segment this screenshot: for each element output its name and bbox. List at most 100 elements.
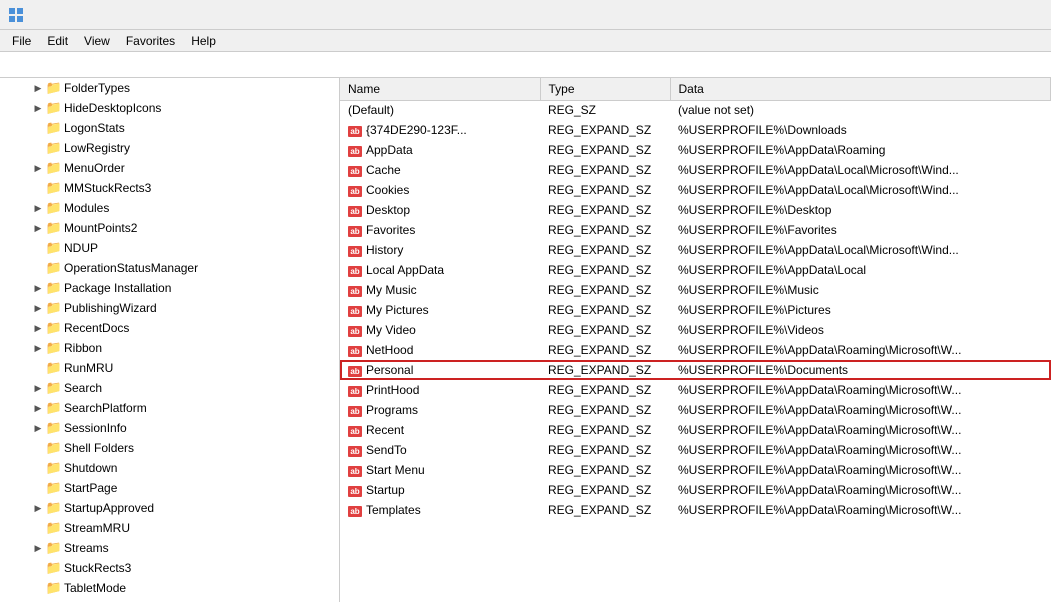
table-row[interactable]: abSendToREG_EXPAND_SZ%USERPROFILE%\AppDa… (340, 440, 1051, 460)
cell-data: %USERPROFILE%\AppData\Local (670, 260, 1051, 280)
tree-item[interactable]: ▶📁FolderTypes (0, 78, 339, 98)
table-row[interactable]: abTemplatesREG_EXPAND_SZ%USERPROFILE%\Ap… (340, 500, 1051, 520)
tree-item[interactable]: ▶📁Package Installation (0, 278, 339, 298)
tree-item-label: NDUP (64, 241, 98, 255)
minimize-button[interactable] (905, 0, 951, 30)
tree-item[interactable]: 📁LowRegistry (0, 138, 339, 158)
table-row[interactable]: ab{374DE290-123F...REG_EXPAND_SZ%USERPRO… (340, 120, 1051, 140)
table-row[interactable]: abProgramsREG_EXPAND_SZ%USERPROFILE%\App… (340, 400, 1051, 420)
tree-arrow-icon: ▶ (30, 203, 46, 214)
table-row[interactable]: abNetHoodREG_EXPAND_SZ%USERPROFILE%\AppD… (340, 340, 1051, 360)
folder-icon: 📁 (46, 420, 62, 436)
table-row[interactable]: abHistoryREG_EXPAND_SZ%USERPROFILE%\AppD… (340, 240, 1051, 260)
cell-data: %USERPROFILE%\Downloads (670, 120, 1051, 140)
tree-item[interactable]: ▶📁MountPoints2 (0, 218, 339, 238)
cell-type: REG_EXPAND_SZ (540, 160, 670, 180)
table-row[interactable]: abMy VideoREG_EXPAND_SZ%USERPROFILE%\Vid… (340, 320, 1051, 340)
menu-item-favorites[interactable]: Favorites (118, 32, 183, 50)
tree-item[interactable]: ▶📁HideDesktopIcons (0, 98, 339, 118)
table-row[interactable]: abAppDataREG_EXPAND_SZ%USERPROFILE%\AppD… (340, 140, 1051, 160)
tree-item-label: FolderTypes (64, 81, 130, 95)
cell-name: abPrograms (340, 400, 540, 420)
table-row[interactable]: abMy MusicREG_EXPAND_SZ%USERPROFILE%\Mus… (340, 280, 1051, 300)
ab-icon: ab (348, 346, 362, 357)
cell-data: %USERPROFILE%\AppData\Roaming\Microsoft\… (670, 480, 1051, 500)
table-row[interactable]: abStartupREG_EXPAND_SZ%USERPROFILE%\AppD… (340, 480, 1051, 500)
cell-data: %USERPROFILE%\AppData\Local\Microsoft\Wi… (670, 180, 1051, 200)
tree-item[interactable]: 📁NDUP (0, 238, 339, 258)
table-row[interactable]: abPrintHoodREG_EXPAND_SZ%USERPROFILE%\Ap… (340, 380, 1051, 400)
tree-item[interactable]: ▶📁Streams (0, 538, 339, 558)
table-row[interactable]: abRecentREG_EXPAND_SZ%USERPROFILE%\AppDa… (340, 420, 1051, 440)
folder-icon: 📁 (46, 560, 62, 576)
tree-item[interactable]: 📁StreamMRU (0, 518, 339, 538)
tree-item[interactable]: 📁StuckRects3 (0, 558, 339, 578)
menu-item-help[interactable]: Help (183, 32, 224, 50)
tree-item-label: MenuOrder (64, 161, 125, 175)
menu-item-view[interactable]: View (76, 32, 118, 50)
cell-type: REG_EXPAND_SZ (540, 260, 670, 280)
tree-arrow-icon: ▶ (30, 103, 46, 114)
cell-name: abStartup (340, 480, 540, 500)
ab-icon: ab (348, 386, 362, 397)
tree-item[interactable]: ▶📁MenuOrder (0, 158, 339, 178)
tree-item[interactable]: 📁RunMRU (0, 358, 339, 378)
tree-panel[interactable]: ▶📁FolderTypes▶📁HideDesktopIcons📁LogonSta… (0, 78, 340, 602)
tree-item[interactable]: 📁MMStuckRects3 (0, 178, 339, 198)
cell-type: REG_EXPAND_SZ (540, 480, 670, 500)
table-row[interactable]: abFavoritesREG_EXPAND_SZ%USERPROFILE%\Fa… (340, 220, 1051, 240)
close-button[interactable] (997, 0, 1043, 30)
tree-item[interactable]: ▶📁PublishingWizard (0, 298, 339, 318)
tree-item[interactable]: ▶📁RecentDocs (0, 318, 339, 338)
folder-icon: 📁 (46, 320, 62, 336)
table-row[interactable]: abStart MenuREG_EXPAND_SZ%USERPROFILE%\A… (340, 460, 1051, 480)
registry-table: Name Type Data (Default)REG_SZ(value not… (340, 78, 1051, 520)
cell-name: abTemplates (340, 500, 540, 520)
tree-item[interactable]: 📁OperationStatusManager (0, 258, 339, 278)
ab-icon: ab (348, 206, 362, 217)
cell-name: abStart Menu (340, 460, 540, 480)
menu-item-file[interactable]: File (4, 32, 39, 50)
cell-name: abPrintHood (340, 380, 540, 400)
cell-data: %USERPROFILE%\AppData\Roaming\Microsoft\… (670, 460, 1051, 480)
table-row[interactable]: abCookiesREG_EXPAND_SZ%USERPROFILE%\AppD… (340, 180, 1051, 200)
tree-item[interactable]: 📁Shutdown (0, 458, 339, 478)
ab-icon: ab (348, 246, 362, 257)
tree-item[interactable]: ▶📁Modules (0, 198, 339, 218)
tree-item[interactable]: ▶📁Ribbon (0, 338, 339, 358)
cell-data: %USERPROFILE%\Documents (670, 360, 1051, 380)
tree-item[interactable]: ▶📁Search (0, 378, 339, 398)
tree-item[interactable]: 📁Shell Folders (0, 438, 339, 458)
table-row[interactable]: abPersonalREG_EXPAND_SZ%USERPROFILE%\Doc… (340, 360, 1051, 380)
cell-type: REG_EXPAND_SZ (540, 300, 670, 320)
cell-type: REG_EXPAND_SZ (540, 400, 670, 420)
tree-item[interactable]: 📁LogonStats (0, 118, 339, 138)
tree-item[interactable]: ▶📁SearchPlatform (0, 398, 339, 418)
menu-item-edit[interactable]: Edit (39, 32, 76, 50)
table-body: (Default)REG_SZ(value not set)ab{374DE29… (340, 100, 1051, 520)
table-row[interactable]: (Default)REG_SZ(value not set) (340, 100, 1051, 120)
folder-icon: 📁 (46, 280, 62, 296)
tree-item[interactable]: 📁StartPage (0, 478, 339, 498)
tree-item[interactable]: ▶📁StartupApproved (0, 498, 339, 518)
tree-item[interactable]: 📁TabletMode (0, 578, 339, 598)
folder-icon: 📁 (46, 100, 62, 116)
table-row[interactable]: abMy PicturesREG_EXPAND_SZ%USERPROFILE%\… (340, 300, 1051, 320)
table-row[interactable]: abDesktopREG_EXPAND_SZ%USERPROFILE%\Desk… (340, 200, 1051, 220)
tree-item-label: Ribbon (64, 341, 102, 355)
folder-icon: 📁 (46, 240, 62, 256)
tree-arrow-icon: ▶ (30, 323, 46, 334)
tree-item-label: Search (64, 381, 102, 395)
cell-data: %USERPROFILE%\Desktop (670, 200, 1051, 220)
addressbar (0, 52, 1051, 78)
table-row[interactable]: abCacheREG_EXPAND_SZ%USERPROFILE%\AppDat… (340, 160, 1051, 180)
tree-item[interactable]: ▶📁SessionInfo (0, 418, 339, 438)
maximize-button[interactable] (951, 0, 997, 30)
cell-data: %USERPROFILE%\AppData\Roaming\Microsoft\… (670, 420, 1051, 440)
folder-icon: 📁 (46, 300, 62, 316)
tree-item-label: MMStuckRects3 (64, 181, 151, 195)
tree-item[interactable]: ▶📁Taskband (0, 598, 339, 602)
tree-item-label: RunMRU (64, 361, 113, 375)
table-row[interactable]: abLocal AppDataREG_EXPAND_SZ%USERPROFILE… (340, 260, 1051, 280)
tree-item-label: Shell Folders (64, 441, 134, 455)
